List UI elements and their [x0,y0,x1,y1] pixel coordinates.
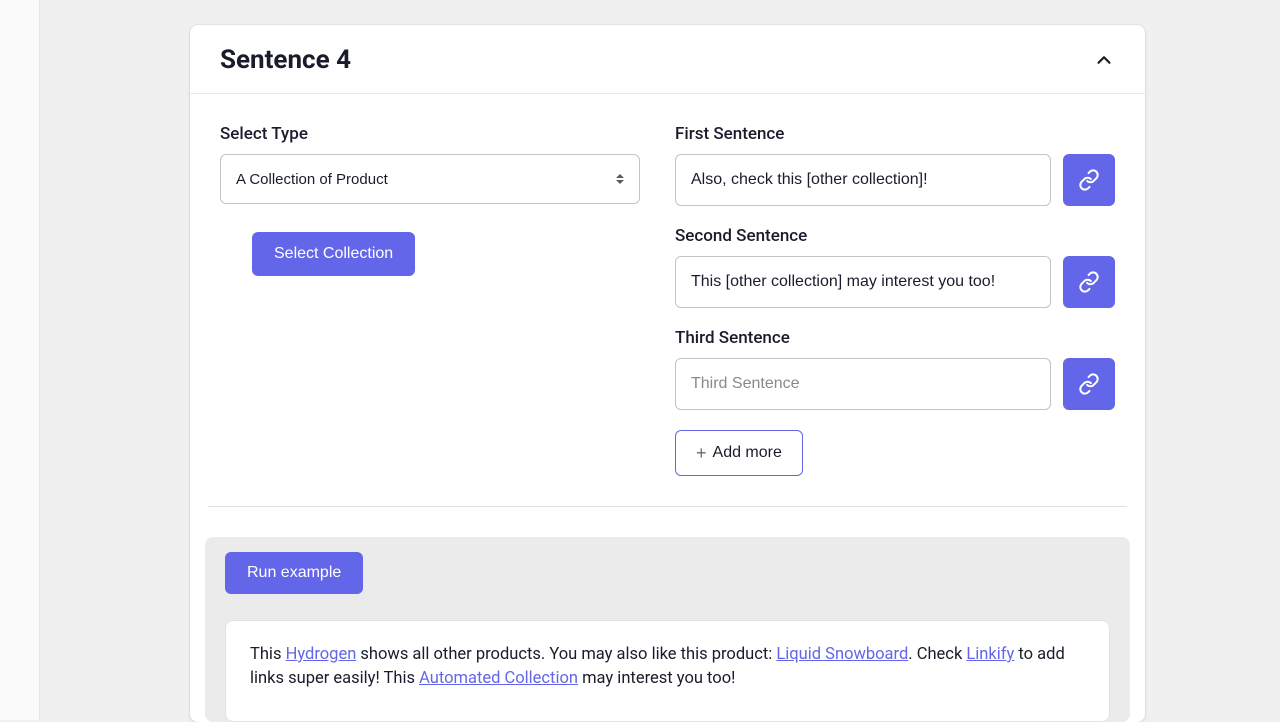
second-sentence-block: Second Sentence [675,226,1115,308]
third-sentence-label: Third Sentence [675,328,1115,348]
first-sentence-link-button[interactable] [1063,154,1115,206]
card-body: Select Type A Collection of Product Sele… [190,94,1145,506]
example-output: This Hydrogen shows all other products. … [225,620,1110,722]
left-column: Select Type A Collection of Product Sele… [220,124,675,476]
link-icon [1078,169,1100,191]
example-text: may interest you too! [578,669,735,688]
left-rail [0,0,40,720]
third-sentence-input[interactable] [675,358,1051,410]
example-text: This [250,645,286,664]
example-link-linkify[interactable]: Linkify [966,645,1014,664]
run-example-button[interactable]: Run example [225,552,363,594]
select-type-dropdown[interactable]: A Collection of Product [220,154,640,204]
select-collection-button[interactable]: Select Collection [252,232,415,276]
select-type-label: Select Type [220,124,675,144]
divider [208,506,1127,507]
second-sentence-input[interactable] [675,256,1051,308]
example-link-hydrogen[interactable]: Hydrogen [286,645,357,664]
sentence-card: Sentence 4 Select Type A Collection of P… [190,25,1145,722]
link-icon [1078,373,1100,395]
card-header[interactable]: Sentence 4 [190,25,1145,94]
link-icon [1078,271,1100,293]
example-text: . Check [908,645,966,664]
example-link-liquid-snowboard[interactable]: Liquid Snowboard [776,645,908,664]
card-title: Sentence 4 [220,45,351,75]
first-sentence-block: First Sentence [675,124,1115,206]
first-sentence-label: First Sentence [675,124,1115,144]
second-sentence-label: Second Sentence [675,226,1115,246]
example-area: Run example This Hydrogen shows all othe… [205,537,1130,722]
add-more-button[interactable]: + Add more [675,430,803,476]
select-type-wrap: A Collection of Product [220,154,640,204]
chevron-up-icon[interactable] [1093,49,1115,71]
first-sentence-input[interactable] [675,154,1051,206]
right-column: First Sentence Second Sentence [675,124,1115,476]
select-type-value: A Collection of Product [236,171,388,188]
third-sentence-link-button[interactable] [1063,358,1115,410]
plus-icon: + [696,444,707,462]
example-link-automated-collection[interactable]: Automated Collection [419,669,578,688]
select-caret-icon [616,171,628,187]
third-sentence-block: Third Sentence [675,328,1115,410]
example-text: shows all other products. You may also l… [356,645,776,664]
add-more-label: Add more [713,444,782,462]
second-sentence-link-button[interactable] [1063,256,1115,308]
